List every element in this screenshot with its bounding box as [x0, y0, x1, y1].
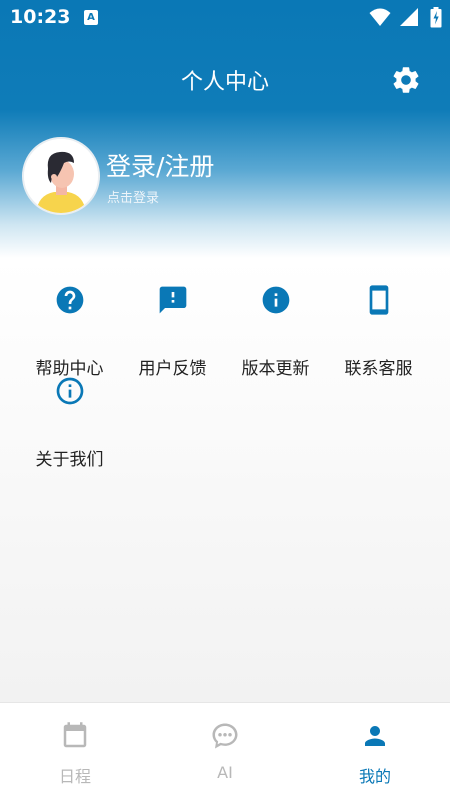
nav-label-mine: 我的: [358, 767, 391, 786]
menu-item-help-center[interactable]: 帮助中心: [18, 284, 121, 379]
top-app-bar: 个人中心: [0, 52, 450, 108]
profile-screen: 10:23 A 个人中心 登录/注册 点击登录 帮助中心 用户反馈 版本更新 联…: [0, 0, 450, 800]
menu-item-version-update[interactable]: 版本更新: [224, 284, 327, 379]
menu-item-contact-support[interactable]: 联系客服: [327, 284, 430, 379]
feedback-icon: [159, 286, 187, 314]
menu-label-user-feedback: 用户反馈: [138, 359, 207, 379]
page-title: 个人中心: [180, 70, 269, 95]
menu-item-about-us[interactable]: 关于我们: [18, 375, 121, 470]
person-icon: [365, 726, 385, 746]
menu-panel: 帮助中心 用户反馈 版本更新 联系客服 关于我们: [0, 258, 450, 702]
signal-icon: [399, 8, 418, 26]
status-icons: [369, 7, 442, 29]
nav-tab-schedule[interactable]: 日程: [0, 703, 150, 800]
menu-label-version-update: 版本更新: [241, 359, 310, 379]
status-time: 10:23: [10, 6, 71, 28]
question-circle-icon: [56, 286, 84, 314]
avatar[interactable]: [22, 137, 100, 215]
nav-tab-ai[interactable]: AI: [150, 703, 300, 800]
menu-label-about-us: 关于我们: [35, 450, 104, 470]
chat-bubble-icon: [212, 723, 238, 749]
header-background: [0, 0, 450, 258]
gear-icon: [393, 67, 419, 93]
battery-icon: [430, 7, 442, 28]
notification-icon: A: [84, 10, 98, 25]
bottom-navigation: 日程 AI 我的: [0, 702, 450, 800]
calendar-icon: [63, 722, 87, 748]
menu-label-contact-support: 联系客服: [344, 359, 413, 379]
login-register-label[interactable]: 登录/注册: [106, 147, 214, 183]
phone-icon: [369, 285, 389, 315]
info-outline-icon: [56, 377, 84, 405]
avatar-icon: [24, 139, 98, 213]
login-hint: 点击登录: [107, 191, 160, 206]
menu-item-user-feedback[interactable]: 用户反馈: [121, 284, 224, 379]
login-card[interactable]: 登录/注册 点击登录: [22, 137, 422, 215]
info-circle-icon: [262, 286, 290, 314]
wifi-icon: [369, 8, 391, 26]
nav-label-ai: AI: [217, 763, 233, 782]
settings-button[interactable]: [390, 64, 422, 96]
status-bar: 10:23 A: [0, 0, 450, 36]
nav-label-schedule: 日程: [58, 767, 91, 786]
nav-tab-mine[interactable]: 我的: [300, 703, 450, 800]
